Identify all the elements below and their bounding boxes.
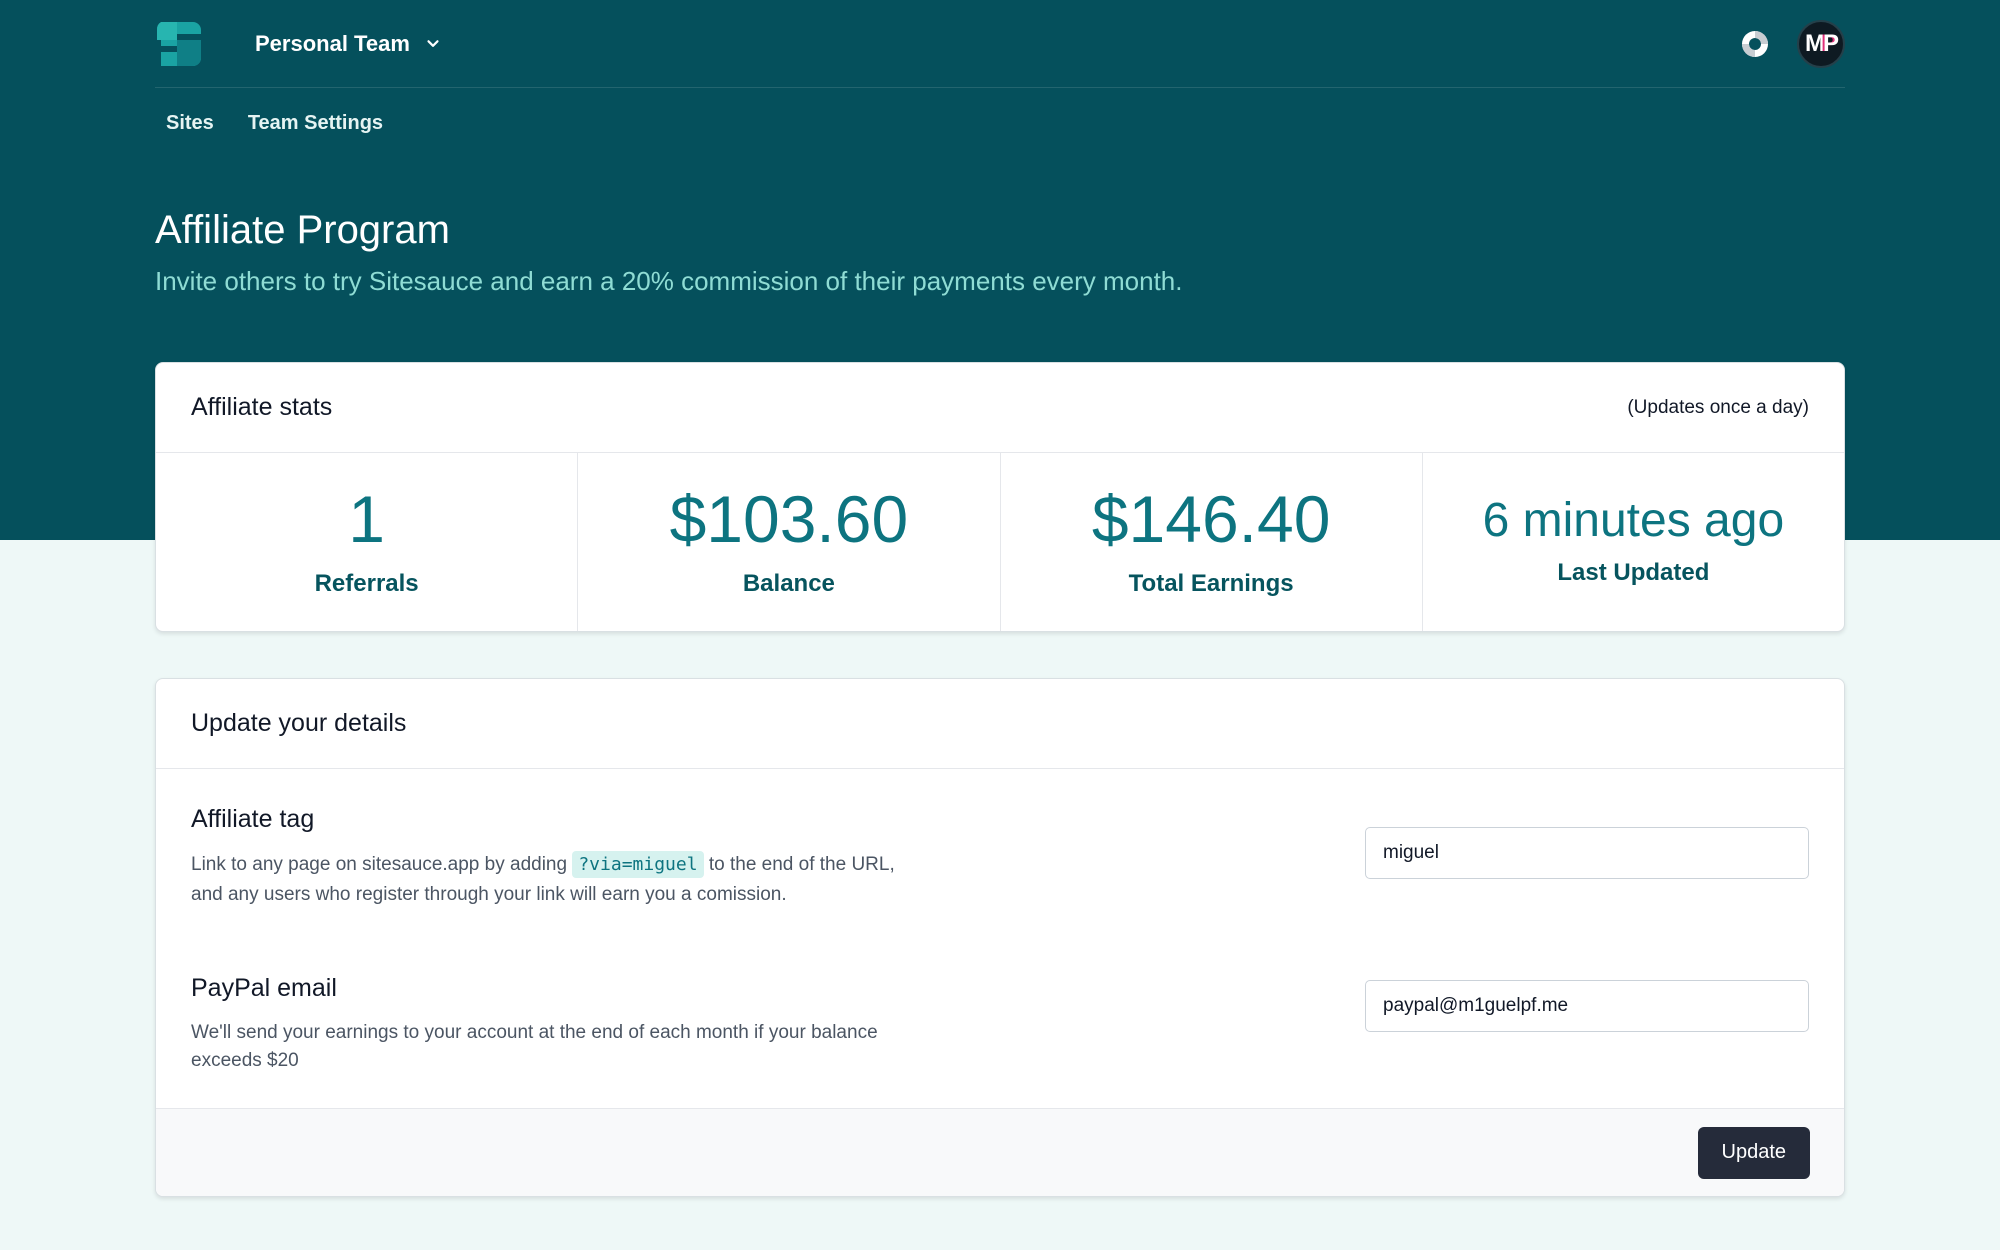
paypal-email-input[interactable]: [1365, 980, 1809, 1032]
stat-value: 1: [348, 482, 385, 556]
affiliate-tag-desc-before: Link to any page on sitesauce.app by add…: [191, 854, 568, 875]
stat-label: Referrals: [314, 570, 419, 597]
paypal-desc-line1: We'll send your earnings to your account…: [191, 1022, 878, 1043]
stats-card-header: Affiliate stats (Updates once a day): [156, 363, 1844, 453]
stats-update-note: (Updates once a day): [1627, 396, 1809, 418]
avatar-initial-m: M: [1804, 29, 1825, 57]
lifebuoy-icon[interactable]: [1739, 28, 1771, 60]
details-card-footer: Update: [156, 1108, 1844, 1196]
stat-label: Balance: [742, 570, 835, 597]
stat-balance: $103.60 Balance: [578, 453, 1001, 631]
stat-value: $146.40: [1091, 482, 1331, 556]
affiliate-tag-heading: Affiliate tag: [191, 805, 315, 833]
stat-referrals: 1 Referrals: [156, 453, 579, 631]
chevron-down-icon: [427, 39, 439, 47]
nav-item-team-settings[interactable]: Team Settings: [248, 112, 383, 135]
affiliate-tag-code: ?via=miguel: [572, 851, 704, 878]
affiliate-tag-input[interactable]: [1365, 827, 1809, 879]
paypal-email-row: PayPal email We'll send your earnings to…: [156, 974, 1844, 1075]
stats-grid: 1 Referrals $103.60 Balance $146.40 Tota…: [156, 453, 1844, 631]
details-card-header: Update your details: [156, 679, 1844, 769]
team-switcher[interactable]: Personal Team: [255, 31, 442, 57]
stat-label: Last Updated: [1557, 559, 1710, 586]
paypal-desc-line2: exceeds $20: [191, 1050, 299, 1071]
page-title: Affiliate Program: [155, 208, 450, 252]
affiliate-tag-desc-line2: and any users who register through your …: [191, 884, 787, 905]
affiliate-tag-description: Link to any page on sitesauce.app by add…: [191, 850, 971, 910]
team-name: Personal Team: [255, 30, 410, 56]
paypal-email-description: We'll send your earnings to your account…: [191, 1019, 971, 1075]
stat-last-updated: 6 minutes ago Last Updated: [1423, 453, 1844, 631]
avatar-initial-p: P: [1822, 29, 1839, 57]
user-avatar[interactable]: MP: [1797, 19, 1845, 68]
affiliate-tag-row: Affiliate tag Link to any page on sitesa…: [156, 805, 1844, 910]
page-subtitle: Invite others to try Sitesauce and earn …: [155, 266, 1183, 296]
top-navbar: Personal Team MP: [155, 0, 1845, 88]
secondary-nav: Sites Team Settings: [166, 112, 383, 135]
paypal-email-heading: PayPal email: [191, 974, 337, 1002]
sitesauce-logo-icon[interactable]: [155, 18, 205, 66]
stat-value: 6 minutes ago: [1482, 494, 1785, 547]
update-details-card: Update your details Affiliate tag Link t…: [155, 678, 1845, 1197]
nav-item-sites[interactable]: Sites: [166, 112, 214, 135]
affiliate-tag-desc-after: to the end of the URL,: [708, 854, 895, 875]
stats-card-title: Affiliate stats: [191, 393, 333, 421]
details-card-title: Update your details: [191, 709, 407, 737]
stat-value: $103.60: [669, 482, 909, 556]
affiliate-stats-card: Affiliate stats (Updates once a day) 1 R…: [155, 362, 1845, 632]
stat-label: Total Earnings: [1128, 570, 1294, 597]
stat-total-earnings: $146.40 Total Earnings: [1001, 453, 1423, 631]
update-button[interactable]: Update: [1697, 1126, 1810, 1179]
